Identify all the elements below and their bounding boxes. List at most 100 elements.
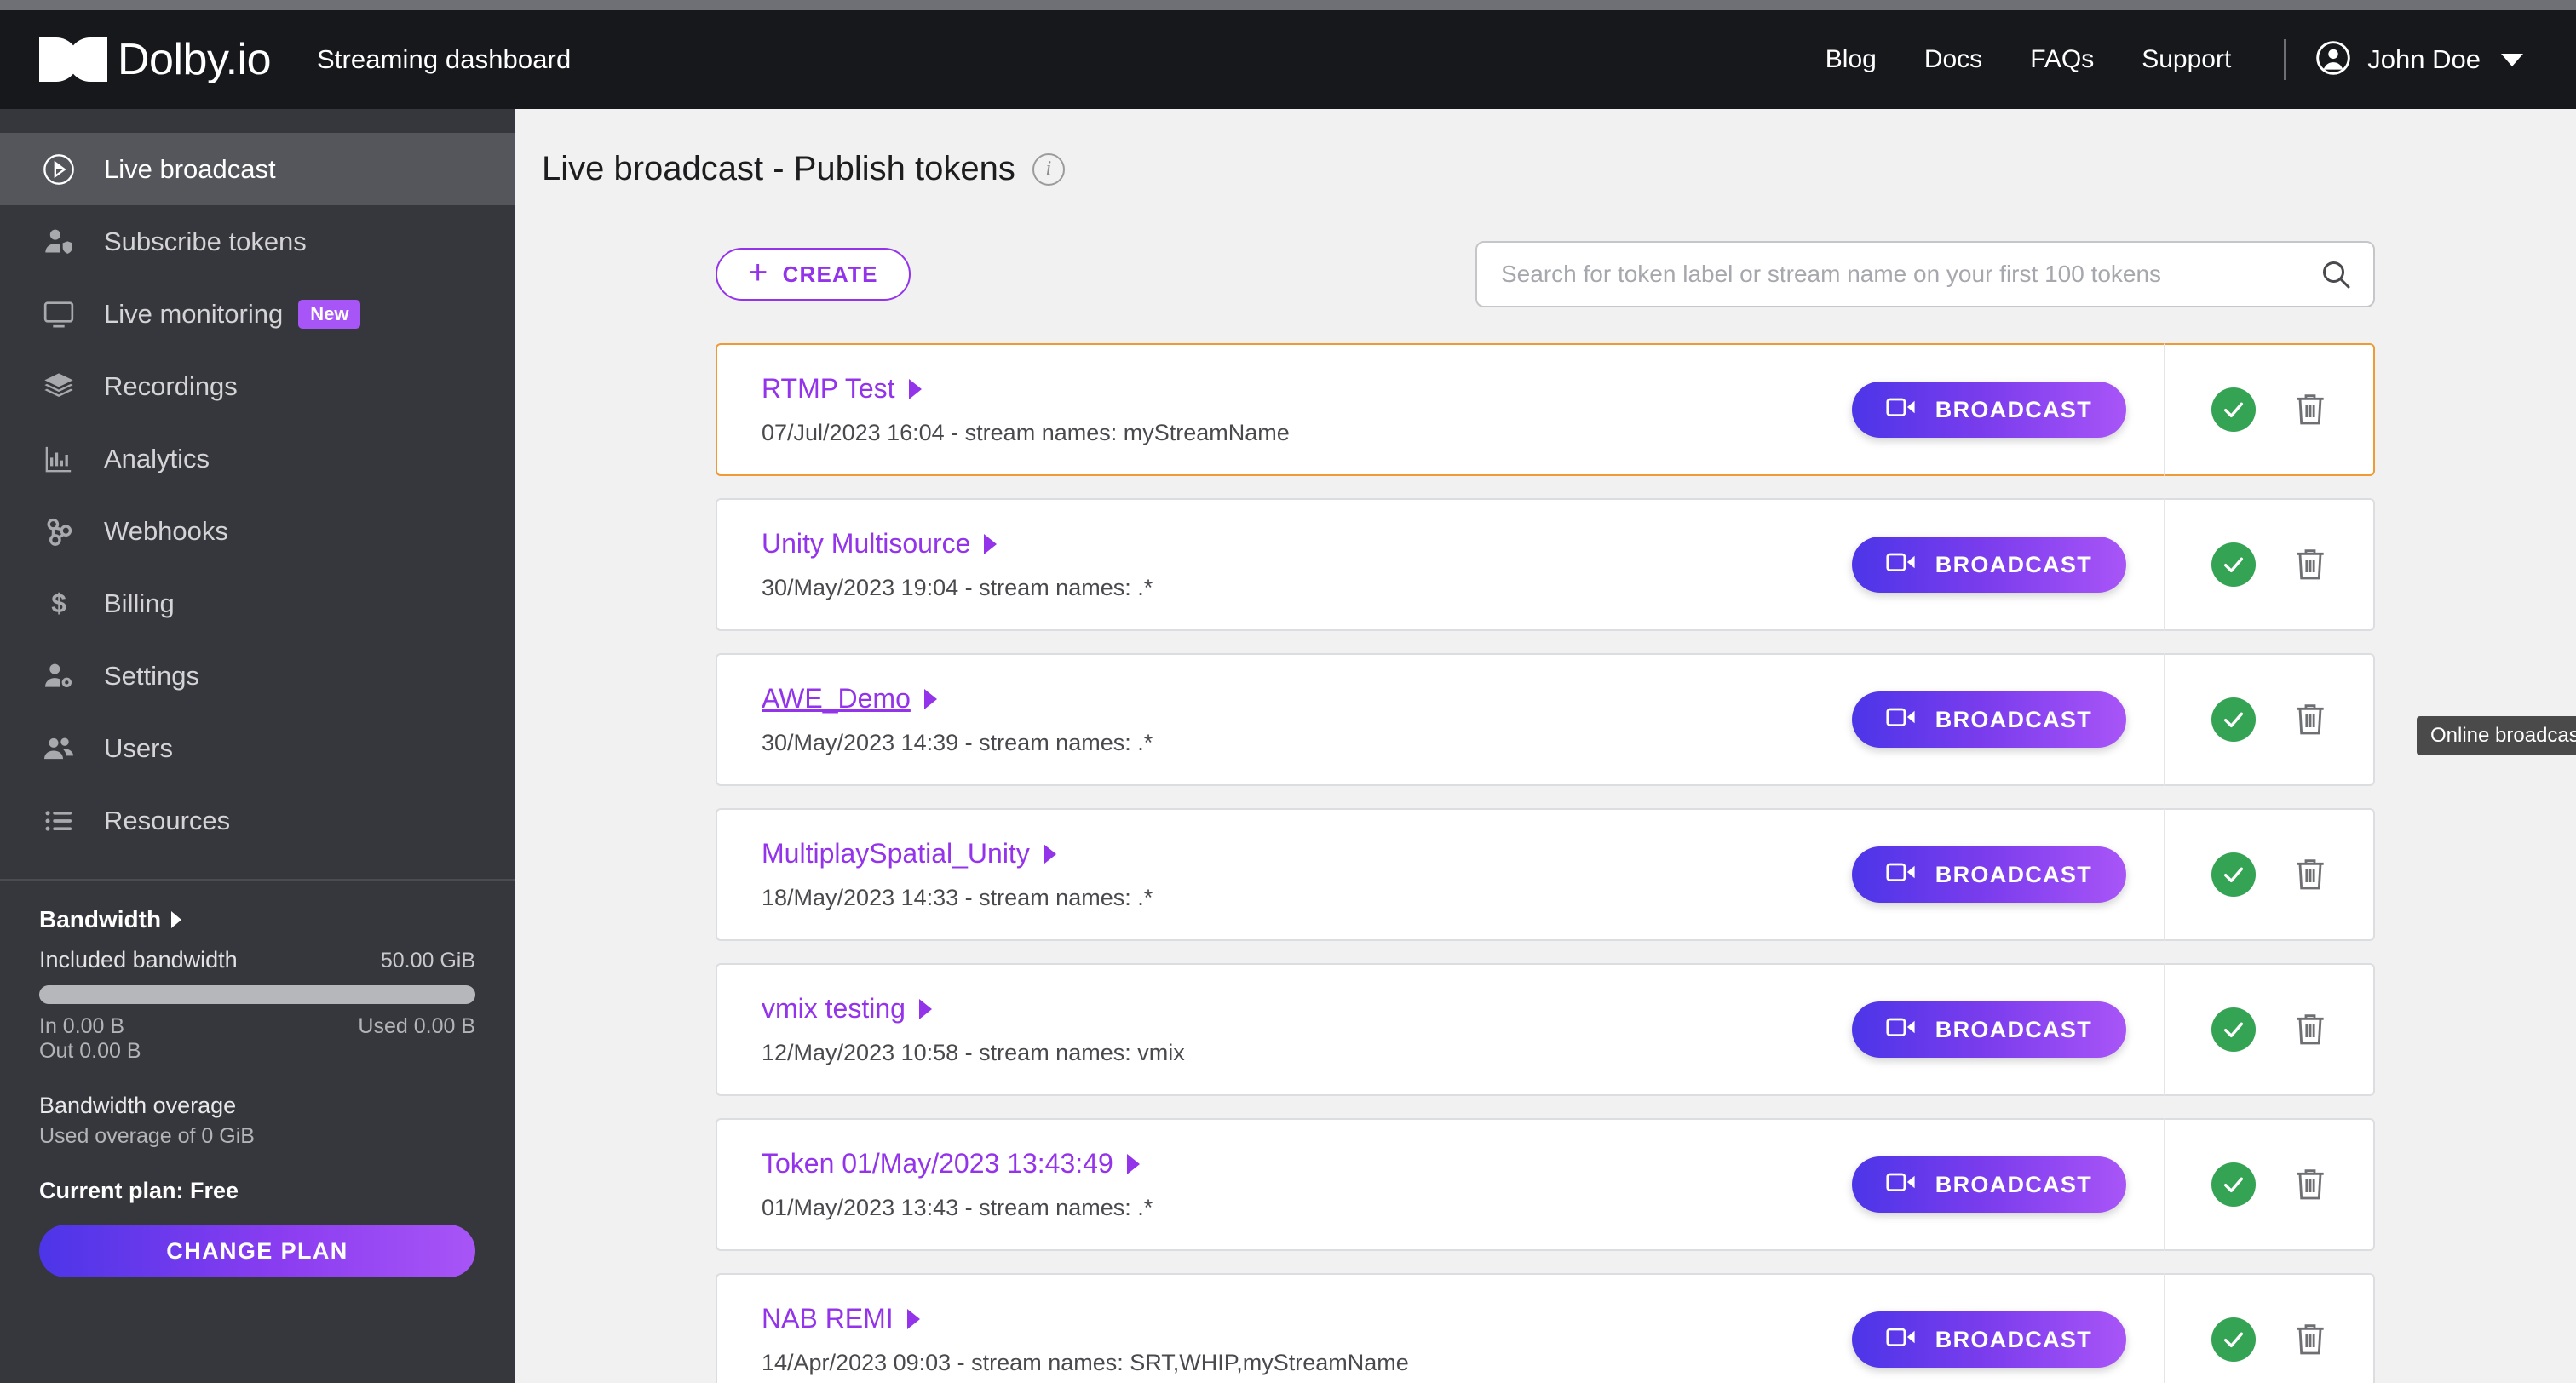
token-name-link[interactable]: MultiplaySpatial_Unity: [762, 838, 1153, 869]
delete-icon[interactable]: [2293, 546, 2327, 583]
sidebar-item-label: Resources: [104, 805, 231, 835]
delete-icon[interactable]: [2293, 1166, 2327, 1203]
table-row[interactable]: Token 01/May/2023 13:43:49 01/May/2023 1…: [716, 1118, 2375, 1251]
broadcast-button[interactable]: BROADCAST: [1851, 692, 2126, 748]
video-camera-icon: [1886, 859, 1917, 891]
nav-link-support[interactable]: Support: [2118, 45, 2255, 74]
token-info: Unity Multisource 30/May/2023 19:04 - st…: [762, 528, 1153, 601]
token-name-link[interactable]: RTMP Test: [762, 373, 1290, 405]
sidebar-item-resources[interactable]: Resources: [0, 784, 515, 857]
webhook-icon: [39, 512, 78, 551]
broadcast-button-label: BROADCAST: [1935, 396, 2092, 422]
token-name-link[interactable]: NAB REMI: [762, 1303, 1409, 1334]
token-card: Token 01/May/2023 13:43:49 01/May/2023 1…: [716, 1118, 2164, 1251]
app-title: Streaming dashboard: [317, 44, 572, 74]
broadcast-button[interactable]: BROADCAST: [1851, 1156, 2126, 1213]
nav-link-faqs[interactable]: FAQs: [2006, 45, 2118, 74]
broadcast-button[interactable]: BROADCAST: [1851, 1001, 2126, 1058]
token-name-link[interactable]: vmix testing: [762, 993, 1185, 1024]
video-camera-icon: [1886, 704, 1917, 736]
delete-icon[interactable]: [2293, 701, 2327, 738]
top-bar: Dolby.io Streaming dashboard Blog Docs F…: [0, 10, 2576, 109]
online-status-icon[interactable]: [2211, 542, 2256, 587]
bandwidth-overage-note: Used overage of 0 GiB: [39, 1124, 255, 1148]
online-status-icon[interactable]: [2211, 697, 2256, 742]
chevron-down-icon: [2501, 53, 2523, 66]
online-status-icon[interactable]: [2211, 852, 2256, 897]
token-actions: [2164, 498, 2375, 631]
token-info: vmix testing 12/May/2023 10:58 - stream …: [762, 993, 1185, 1066]
token-card: MultiplaySpatial_Unity 18/May/2023 14:33…: [716, 808, 2164, 941]
account-name: John Doe: [2367, 44, 2481, 74]
search-icon[interactable]: [2319, 257, 2353, 291]
delete-icon[interactable]: [2293, 1011, 2327, 1048]
brand-logo[interactable]: Dolby.io: [37, 36, 272, 83]
nav-link-docs[interactable]: Docs: [1900, 45, 2006, 74]
dolby-double-d-icon: [37, 36, 109, 83]
token-meta: 12/May/2023 10:58 - stream names: vmix: [762, 1040, 1185, 1065]
sidebar-item-webhooks[interactable]: Webhooks: [0, 495, 515, 567]
table-row[interactable]: vmix testing 12/May/2023 10:58 - stream …: [716, 963, 2375, 1096]
change-plan-button[interactable]: CHANGE PLAN: [39, 1225, 475, 1277]
token-meta: 01/May/2023 13:43 - stream names: .*: [762, 1195, 1153, 1220]
online-status-icon[interactable]: [2211, 387, 2256, 432]
table-row[interactable]: MultiplaySpatial_Unity 18/May/2023 14:33…: [716, 808, 2375, 941]
create-button[interactable]: + CREATE: [716, 248, 911, 301]
table-row[interactable]: RTMP Test 07/Jul/2023 16:04 - stream nam…: [716, 343, 2375, 476]
token-card: RTMP Test 07/Jul/2023 16:04 - stream nam…: [716, 343, 2164, 476]
token-actions: [2164, 1273, 2375, 1383]
sidebar-nav-list: Live broadcast Subscribe tokens Live mon…: [0, 109, 515, 857]
token-name-link[interactable]: Token 01/May/2023 13:43:49: [762, 1148, 1153, 1179]
token-info: AWE_Demo 30/May/2023 14:39 - stream name…: [762, 683, 1153, 756]
token-name-link[interactable]: AWE_Demo: [762, 683, 1153, 714]
delete-icon[interactable]: [2293, 1321, 2327, 1358]
account-menu[interactable]: John Doe: [2314, 39, 2523, 81]
nav-link-blog[interactable]: Blog: [1802, 45, 1900, 74]
video-camera-icon: [1886, 394, 1917, 426]
broadcast-button[interactable]: BROADCAST: [1851, 382, 2126, 438]
sidebar-item-live-monitoring[interactable]: Live monitoring New: [0, 278, 515, 350]
token-name: RTMP Test: [762, 373, 895, 404]
included-bandwidth-row: Included bandwidth 50.00 GiB: [39, 947, 475, 973]
sidebar-item-subscribe-tokens[interactable]: Subscribe tokens: [0, 205, 515, 278]
chevron-right-icon: [984, 533, 998, 554]
token-list: RTMP Test 07/Jul/2023 16:04 - stream nam…: [716, 343, 2576, 1383]
sidebar-item-billing[interactable]: $ Billing: [0, 567, 515, 640]
sidebar-item-recordings[interactable]: Recordings: [0, 350, 515, 422]
info-icon[interactable]: i: [1032, 152, 1065, 186]
online-status-icon[interactable]: [2211, 1007, 2256, 1052]
online-status-icon[interactable]: [2211, 1162, 2256, 1207]
sidebar-item-label: Settings: [104, 660, 200, 691]
sidebar-item-users[interactable]: Users: [0, 712, 515, 784]
video-camera-icon: [1886, 1014, 1917, 1046]
broadcast-button[interactable]: BROADCAST: [1851, 846, 2126, 903]
token-meta: 30/May/2023 14:39 - stream names: .*: [762, 730, 1153, 755]
table-row[interactable]: NAB REMI 14/Apr/2023 09:03 - stream name…: [716, 1273, 2375, 1383]
delete-icon[interactable]: [2293, 856, 2327, 893]
broadcast-button[interactable]: BROADCAST: [1851, 537, 2126, 593]
toolbar: + CREATE: [716, 241, 2375, 307]
table-row[interactable]: AWE_Demo 30/May/2023 14:39 - stream name…: [716, 653, 2576, 786]
plus-icon: +: [748, 254, 769, 291]
online-status-icon[interactable]: [2211, 1317, 2256, 1362]
video-camera-icon: [1886, 549, 1917, 581]
token-card: NAB REMI 14/Apr/2023 09:03 - stream name…: [716, 1273, 2164, 1383]
token-name: NAB REMI: [762, 1303, 894, 1334]
search-box[interactable]: [1475, 241, 2375, 307]
table-row[interactable]: Unity Multisource 30/May/2023 19:04 - st…: [716, 498, 2375, 631]
sidebar: Live broadcast Subscribe tokens Live mon…: [0, 109, 515, 1383]
sidebar-item-settings[interactable]: Settings: [0, 640, 515, 712]
included-bandwidth-value: 50.00 GiB: [380, 949, 475, 973]
bandwidth-link[interactable]: Bandwidth: [39, 906, 475, 933]
chevron-right-icon: [1043, 843, 1056, 864]
delete-icon[interactable]: [2293, 391, 2327, 428]
token-name: MultiplaySpatial_Unity: [762, 838, 1030, 869]
broadcast-button[interactable]: BROADCAST: [1851, 1311, 2126, 1368]
current-plan-label: Current plan: Free: [39, 1178, 239, 1203]
search-input[interactable]: [1477, 261, 2373, 288]
token-name-link[interactable]: Unity Multisource: [762, 528, 1153, 560]
sidebar-item-live-broadcast[interactable]: Live broadcast: [0, 133, 515, 205]
create-button-label: CREATE: [782, 261, 878, 287]
page-scrollbar-horizontal[interactable]: [0, 0, 2576, 10]
sidebar-item-analytics[interactable]: Analytics: [0, 422, 515, 495]
